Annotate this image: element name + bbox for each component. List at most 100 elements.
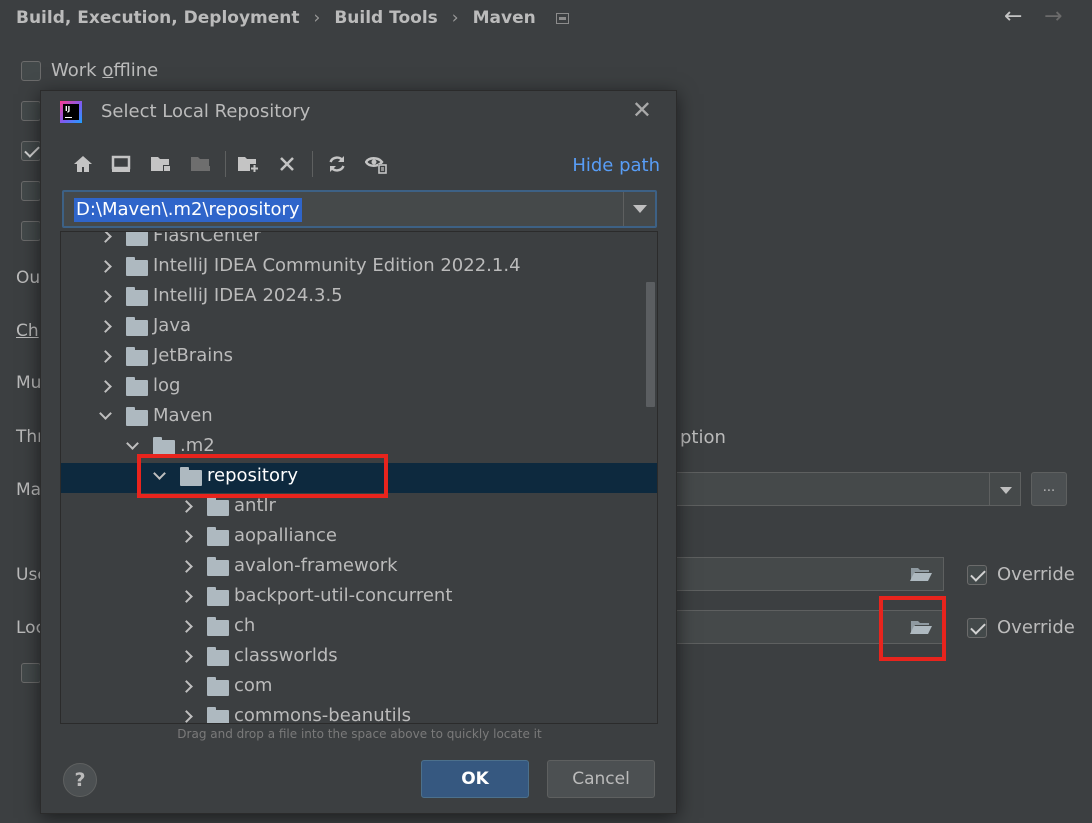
maven-home-field[interactable] (660, 472, 990, 506)
show-hidden-icon[interactable] (364, 151, 390, 177)
folder-icon (207, 497, 229, 516)
tree-row[interactable]: JetBrains (61, 343, 657, 373)
dialog-title: Select Local Repository (101, 101, 311, 122)
override-user-settings-checkbox[interactable] (967, 565, 987, 585)
breadcrumb-item-maven: Maven (472, 8, 536, 28)
chevron-right-icon[interactable] (180, 680, 193, 693)
chevron-right-icon[interactable] (180, 590, 193, 603)
chevron-right-icon[interactable] (180, 530, 193, 543)
checksum-policy-label: Ch (16, 321, 39, 341)
highlight-box-repository (137, 454, 388, 498)
tree-row-label: Java (153, 315, 192, 336)
breadcrumb-item-build-tools[interactable]: Build Tools (334, 8, 437, 28)
folder-icon (126, 317, 148, 336)
toolbar-separator (312, 151, 313, 177)
chevron-right-icon[interactable] (99, 290, 112, 303)
override-local-repo-checkbox[interactable] (967, 618, 987, 638)
chevron-down-icon[interactable] (989, 472, 1021, 506)
folder-icon (207, 647, 229, 666)
option-checkbox-4[interactable] (21, 181, 41, 201)
user-settings-field[interactable] (660, 557, 944, 591)
chevron-right-icon[interactable] (99, 260, 112, 273)
select-local-repository-dialog: IJ Select Local Repository ✕ Hide path D… (40, 90, 677, 814)
breadcrumb-separator: › (451, 8, 459, 28)
option-checkbox-2[interactable] (21, 101, 41, 121)
tree-row-label: .m2 (180, 435, 215, 456)
chevron-down-icon[interactable] (126, 437, 139, 450)
ok-button[interactable]: OK (421, 760, 529, 798)
chevron-right-icon[interactable] (99, 320, 112, 333)
chevron-right-icon[interactable] (180, 620, 193, 633)
project-folder-icon[interactable] (148, 151, 174, 177)
highlight-box-browse-local-repo (879, 596, 946, 661)
tree-row[interactable]: backport-util-concurrent (61, 583, 657, 613)
path-input[interactable]: D:\Maven\.m2\repository (74, 198, 302, 222)
tree-row[interactable]: com (61, 673, 657, 703)
browse-maven-home-button[interactable]: ... (1031, 472, 1067, 506)
delete-icon[interactable] (274, 151, 300, 177)
folder-icon (126, 257, 148, 276)
tree-row[interactable]: IntelliJ IDEA 2024.3.5 (61, 283, 657, 313)
tree-row-label: classworlds (234, 645, 338, 666)
folder-icon (207, 557, 229, 576)
chevron-down-icon[interactable] (623, 192, 655, 226)
close-icon[interactable]: ✕ (632, 98, 652, 122)
option-checkbox-5[interactable] (21, 221, 41, 241)
intellij-logo-icon: IJ (60, 101, 82, 123)
refresh-icon[interactable] (324, 151, 350, 177)
help-button[interactable]: ? (63, 763, 97, 797)
tree-row-label: log (153, 375, 181, 396)
tree-row[interactable]: avalon-framework (61, 553, 657, 583)
folder-open-icon[interactable] (910, 566, 932, 582)
folder-icon (207, 527, 229, 546)
home-icon[interactable] (70, 151, 96, 177)
forward-arrow-icon[interactable]: → (1044, 4, 1062, 29)
tree-row-label: com (234, 675, 273, 696)
tree-row[interactable]: Maven (61, 403, 657, 433)
drag-drop-hint: Drag and drop a file into the space abov… (177, 727, 542, 741)
tree-row[interactable]: log (61, 373, 657, 403)
tree-row[interactable]: IntelliJ IDEA Community Edition 2022.1.4 (61, 253, 657, 283)
tree-row[interactable]: FlashCenter (61, 232, 657, 253)
breadcrumb: Build, Execution, Deployment › Build Too… (16, 6, 569, 30)
folder-icon (126, 407, 148, 426)
tree-row-label: Maven (153, 405, 213, 426)
new-folder-icon[interactable] (235, 151, 261, 177)
breadcrumb-item-build-execution-deployment[interactable]: Build, Execution, Deployment (16, 8, 300, 28)
folder-icon (126, 377, 148, 396)
chevron-right-icon[interactable] (180, 710, 193, 723)
chevron-right-icon[interactable] (180, 650, 193, 663)
work-offline-checkbox[interactable] (21, 61, 41, 81)
chevron-right-icon[interactable] (99, 350, 112, 363)
folder-icon (207, 617, 229, 636)
path-combobox[interactable]: D:\Maven\.m2\repository (62, 190, 657, 228)
option-checkbox-3[interactable] (21, 141, 41, 161)
desktop-icon[interactable] (108, 151, 134, 177)
tree-row[interactable]: classworlds (61, 643, 657, 673)
tree-row[interactable]: Java (61, 313, 657, 343)
folder-icon (207, 707, 229, 723)
chevron-down-icon[interactable] (99, 407, 112, 420)
output-level-label: Ou (16, 268, 41, 288)
chevron-right-icon[interactable] (180, 560, 193, 573)
tree-row-label: IntelliJ IDEA Community Edition 2022.1.4 (153, 255, 521, 276)
tree-row-label: ch (234, 615, 256, 636)
cancel-button[interactable]: Cancel (547, 760, 655, 798)
tree-scrollbar[interactable] (646, 282, 655, 407)
tree-row[interactable]: aopalliance (61, 523, 657, 553)
module-folder-icon[interactable] (188, 151, 214, 177)
tree-row[interactable]: commons-beanutils (61, 703, 657, 723)
folder-icon (207, 587, 229, 606)
tree-row[interactable]: ch (61, 613, 657, 643)
folder-icon (126, 232, 148, 246)
back-arrow-icon[interactable]: ← (1004, 4, 1022, 29)
hide-path-link[interactable]: Hide path (572, 155, 660, 176)
tree-row-label: backport-util-concurrent (234, 585, 453, 606)
chevron-right-icon[interactable] (180, 500, 193, 513)
chevron-right-icon[interactable] (99, 232, 112, 243)
maven-home-label: Ma (16, 480, 42, 500)
project-settings-icon (555, 12, 569, 24)
breadcrumb-separator: › (313, 8, 321, 28)
chevron-right-icon[interactable] (99, 380, 112, 393)
option-checkbox-6[interactable] (21, 663, 41, 683)
